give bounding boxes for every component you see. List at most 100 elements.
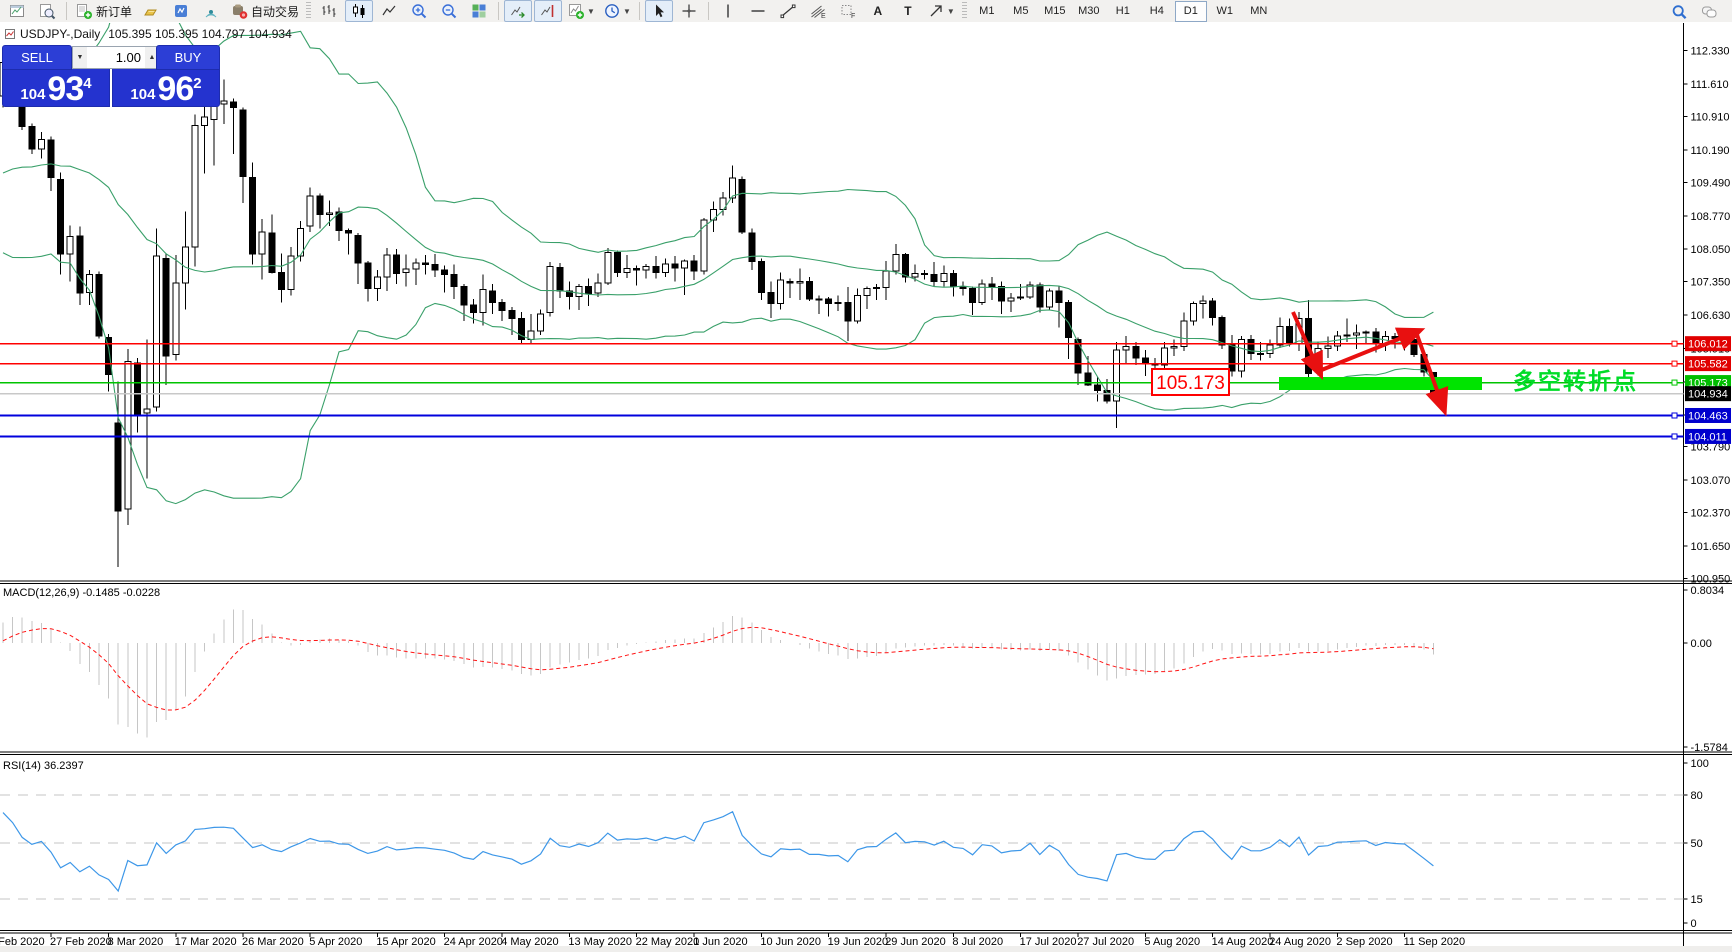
candle-body [691, 261, 697, 271]
candle-body [134, 363, 140, 414]
candle-body [806, 282, 812, 299]
line-anchor-handle[interactable] [1672, 413, 1677, 418]
candle-body [1037, 285, 1043, 307]
line-anchor-handle[interactable] [1672, 380, 1677, 385]
candle-body [701, 220, 707, 271]
candle-body [67, 237, 73, 254]
time-axis-label: 27 Feb 2020 [50, 936, 112, 948]
svg-text:80: 80 [1691, 790, 1703, 802]
candle-body [202, 117, 208, 125]
volume-stepper: ▼ 1.00 ▲ [72, 46, 160, 69]
svg-text:107.350: 107.350 [1691, 277, 1731, 289]
candle-body [595, 283, 601, 293]
candle-body [1190, 303, 1196, 321]
candle-body [1354, 333, 1360, 335]
svg-text:104.463: 104.463 [1688, 410, 1728, 422]
line-anchor-handle[interactable] [1672, 361, 1677, 366]
time-axis-label: 8 Jul 2020 [952, 936, 1003, 948]
candle-body [1046, 291, 1052, 307]
candle-body [509, 310, 515, 318]
candle-body [1094, 385, 1100, 391]
chart-title: USDJPY-,Daily 105.395 105.395 104.797 10… [5, 27, 292, 41]
candle-body [38, 139, 44, 149]
chart-canvas[interactable]: 112.330111.610110.910110.190109.490108.7… [0, 0, 1732, 952]
one-click-trading-panel: SELL ▼ 1.00 ▲ BUY 104 93 4 104 96 2 [2, 45, 220, 107]
line-anchor-handle[interactable] [1672, 434, 1677, 439]
candle-body [614, 252, 620, 272]
candle-body [48, 140, 54, 177]
candle-body [989, 284, 995, 286]
candle-body [307, 196, 313, 226]
candle-body [970, 289, 976, 303]
svg-text:110.910: 110.910 [1691, 112, 1730, 124]
candle-body [941, 274, 947, 282]
svg-text:105.582: 105.582 [1688, 359, 1728, 371]
price-level-badge: 105.582 [1685, 356, 1731, 371]
candle-body [192, 125, 198, 246]
candle-body [643, 266, 649, 270]
buy-button[interactable]: BUY [156, 45, 220, 70]
candle-body [1008, 298, 1014, 301]
candle-body [422, 263, 428, 264]
line-anchor-handle[interactable] [1672, 341, 1677, 346]
candle-body [845, 302, 851, 321]
candle-body [182, 247, 188, 283]
candle-body [922, 274, 928, 275]
svg-text:15: 15 [1691, 894, 1703, 906]
time-axis-label: 24 Aug 2020 [1269, 936, 1331, 948]
candle-body [883, 271, 889, 288]
candle-body [413, 263, 419, 269]
time-axis-label: 26 Mar 2020 [242, 936, 304, 948]
chart-symbol-period: USDJPY-,Daily [20, 27, 100, 41]
time-axis-label: 11 Sep 2020 [1404, 936, 1466, 948]
candle-body [1363, 332, 1369, 333]
support-zone-rectangle[interactable] [1279, 377, 1482, 390]
candle-body [874, 288, 880, 289]
candle-body [58, 180, 64, 254]
volume-decrease-button[interactable]: ▼ [73, 47, 87, 68]
mt4-terminal: 新订单自动交易▼▼EFAT▼M1M5M15M30H1H4D1W1MN USDJP… [0, 0, 1732, 952]
candle-body [912, 274, 918, 277]
candle-body [778, 280, 784, 303]
time-axis-label: 10 Jun 2020 [760, 936, 821, 948]
time-axis-label: 18 Feb 2020 [0, 936, 45, 948]
candle-body [634, 269, 640, 270]
candle-body [374, 277, 380, 289]
svg-text:103.070: 103.070 [1691, 475, 1731, 487]
zone-annotation-text[interactable]: 多空转折点 [1513, 368, 1638, 394]
candle-body [739, 180, 745, 232]
candle-body [1056, 291, 1062, 303]
svg-text:-1.5784: -1.5784 [1691, 742, 1728, 754]
candle-body [826, 299, 832, 304]
candle-body [106, 337, 112, 374]
candle-body [144, 409, 150, 413]
candle-body [480, 290, 486, 313]
candle-body [710, 210, 716, 220]
svg-text:102.370: 102.370 [1691, 508, 1731, 520]
svg-text:106.012: 106.012 [1688, 339, 1728, 351]
sell-price-box[interactable]: 104 93 4 [2, 68, 110, 107]
time-axis-label: 13 May 2020 [568, 936, 632, 948]
candle-body [931, 275, 937, 282]
candle-body [547, 266, 553, 312]
sell-button[interactable]: SELL [2, 45, 72, 70]
sell-price-pips: 93 [47, 73, 83, 105]
volume-value[interactable]: 1.00 [87, 50, 145, 65]
candle-body [672, 264, 678, 268]
svg-text:50: 50 [1691, 838, 1703, 850]
svg-text:104.011: 104.011 [1688, 431, 1727, 443]
candle-body [1171, 347, 1177, 348]
candle-body [1258, 353, 1264, 354]
candle-body [394, 255, 400, 273]
svg-text:100: 100 [1691, 758, 1709, 770]
candle-body [1162, 348, 1168, 365]
candle-body [77, 236, 83, 293]
rsi-indicator-label: RSI(14) 36.2397 [3, 760, 84, 772]
candle-body [326, 213, 332, 214]
candle-body [1018, 297, 1024, 298]
candle-body [1200, 301, 1206, 303]
candle-body [787, 282, 793, 283]
buy-price-box[interactable]: 104 96 2 [112, 68, 220, 107]
price-level-badge: 104.463 [1685, 408, 1731, 423]
candle-body [893, 255, 899, 271]
